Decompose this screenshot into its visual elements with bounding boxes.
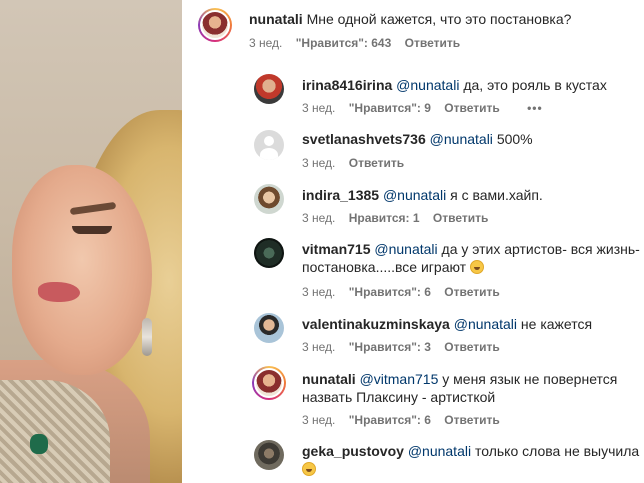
comment-username[interactable]: svetlanashvets736 [302,131,426,147]
comment-meta: 3 нед. "Нравится": 643 Ответить [249,36,470,50]
comment-text-continued: постановка.....все играют [302,259,467,275]
comment-text: да, это рояль в кустах [463,77,607,93]
comment-username[interactable]: indira_1385 [302,187,379,203]
main-comment: nunatali Мне одной кажется, что это пост… [182,0,644,56]
default-user-silhouette-icon[interactable] [254,130,284,160]
reply-button[interactable]: Ответить [349,156,404,170]
comment-text: не кажется [520,316,593,332]
comment-username[interactable]: nunatali [302,371,356,387]
comment-line: indira_1385 @nunatali я с вами.хайп. [302,186,543,204]
comment-username[interactable]: geka_pustovoy [302,443,404,459]
comment-likes[interactable]: Нравится: 1 [349,211,420,225]
comment-meta: 3 нед. "Нравится": 9 Ответить ••• [302,101,553,115]
reply-comment: geka_pustovoy @nunatali только слова не … [182,436,644,483]
comment-line: geka_pustovoy @nunatali только слова не … [302,442,639,460]
comment-mention[interactable]: @nunatali [454,316,517,332]
avatar-indira_1385[interactable] [254,184,284,214]
comment-meta: 3 нед. "Нравится": 6 Ответить [302,413,510,427]
comment-meta: 3 нед. "Нравится": 6 Ответить [302,285,510,299]
comment-time: 3 нед. [302,101,336,115]
comment-text: только слова не выучила [474,443,640,459]
reply-comment: nunatali @vitman715 у меня язык не повер… [182,362,644,432]
comment-time: 3 нед. [302,211,336,225]
avatar-geka_pustovoy[interactable] [254,440,284,470]
reply-comment: svetlanashvets736 @nunatali 500% 3 нед. … [182,122,644,174]
comment-mention[interactable]: @nunatali [383,187,446,203]
grinning-face-emoji [469,260,484,274]
comment-line: svetlanashvets736 @nunatali 500% [302,130,533,148]
comment-time: 3 нед. [302,156,336,170]
photo-eye [72,226,112,234]
reply-button[interactable]: Ответить [444,340,499,354]
comment-username[interactable]: irina8416irina [302,77,392,93]
comment-line: vitman715 @nunatali да у этих артистов- … [302,240,640,258]
grinning-face-emoji [302,462,316,476]
reply-comment: irina8416irina @nunatali да, это рояль в… [182,66,644,118]
comment-likes[interactable]: "Нравится": 3 [349,340,431,354]
photo-earring [142,318,152,356]
comment-text: я с вами.хайп. [450,187,543,203]
comment-text: у меня язык не повернется [442,371,618,387]
comment-mention[interactable]: @nunatali [430,131,493,147]
comment-time: 3 нед. [302,285,336,299]
more-dots-icon[interactable]: ••• [527,101,543,115]
comment-time: 3 нед. [302,340,336,354]
comment-text: да у этих артистов- вся жизнь- [441,241,640,257]
photo-necklace-gem [30,434,48,454]
comment-line-2: назвать Плаксину - артисткой [302,388,495,406]
comment-likes[interactable]: "Нравится": 9 [349,101,431,115]
comment-meta: 3 нед. Ответить [302,156,414,170]
comment-line: valentinakuzminskaya @nunatali не кажетс… [302,315,592,333]
comment-likes[interactable]: "Нравится": 6 [349,285,431,299]
comment-line: nunatali @vitman715 у меня язык не повер… [302,370,617,388]
avatar-valentinakuzminskaya[interactable] [254,313,284,343]
comment-mention[interactable]: @nunatali [408,443,471,459]
comment-likes[interactable]: "Нравится": 643 [296,36,392,50]
avatar-nunatali[interactable] [252,366,286,400]
comment-text: Мне одной кажется, что это постановка? [306,11,572,27]
comment-mention[interactable]: @nunatali [396,77,459,93]
comment-line: nunatali Мне одной кажется, что это пост… [249,10,571,28]
avatar-irina8416irina[interactable] [254,74,284,104]
reply-button[interactable]: Ответить [444,413,499,427]
comment-text-continued: назвать Плаксину - артисткой [302,389,496,405]
comment-username[interactable]: valentinakuzminskaya [302,316,450,332]
comment-time: 3 нед. [249,36,283,50]
comment-text: 500% [496,131,533,147]
comment-likes[interactable]: "Нравится": 6 [349,413,431,427]
reply-button[interactable]: Ответить [444,285,499,299]
reply-button[interactable]: Ответить [433,211,488,225]
comment-meta: 3 нед. Нравится: 1 Ответить [302,211,498,225]
photo-lips [38,282,80,302]
post-photo [0,0,182,483]
avatar-nunatali[interactable] [198,8,232,42]
comment-mention[interactable]: @nunatali [374,241,437,257]
comment-mention[interactable]: @vitman715 [360,371,439,387]
comment-line-2 [302,460,316,478]
comment-time: 3 нед. [302,413,336,427]
reply-comment: vitman715 @nunatali да у этих артистов- … [182,232,644,302]
comment-username[interactable]: nunatali [249,11,303,27]
reply-button[interactable]: Ответить [444,101,499,115]
comment-username[interactable]: vitman715 [302,241,370,257]
reply-comment: indira_1385 @nunatali я с вами.хайп. 3 н… [182,178,644,230]
comment-meta: 3 нед. "Нравится": 3 Ответить [302,340,510,354]
comments-panel: nunatali Мне одной кажется, что это пост… [182,0,644,483]
comment-line-2: постановка.....все играют [302,258,484,276]
comment-line: irina8416irina @nunatali да, это рояль в… [302,76,607,94]
reply-comment: valentinakuzminskaya @nunatali не кажетс… [182,307,644,359]
avatar-vitman715[interactable] [254,238,284,268]
reply-button[interactable]: Ответить [405,36,460,50]
